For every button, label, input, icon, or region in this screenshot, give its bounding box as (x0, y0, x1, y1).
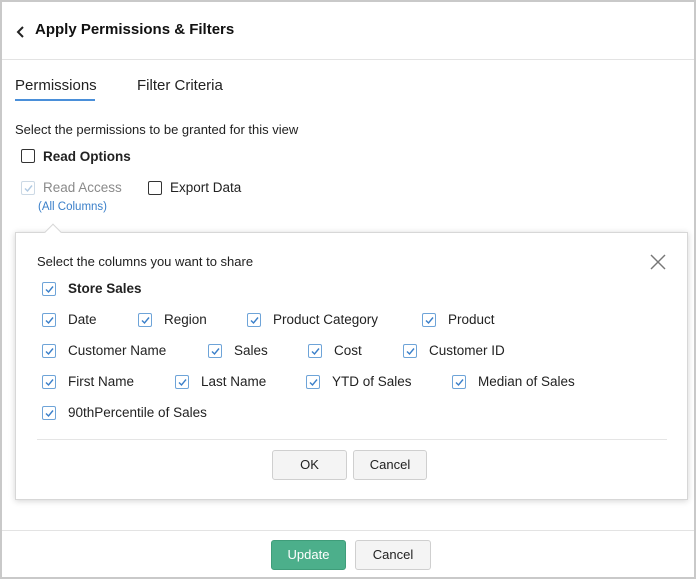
check-icon (45, 379, 54, 387)
popup-cancel-button[interactable]: Cancel (353, 450, 427, 480)
column-label-last-name: Last Name (201, 374, 267, 389)
column-checkbox-sales[interactable] (208, 344, 222, 358)
check-icon (311, 348, 320, 356)
dialog-header: Apply Permissions & Filters (2, 2, 694, 60)
column-checkbox-customer-name[interactable] (42, 344, 56, 358)
column-checkbox-date[interactable] (42, 313, 56, 327)
page-title: Apply Permissions & Filters (35, 21, 235, 38)
column-checkbox-last-name[interactable] (175, 375, 189, 389)
column-label-customer-name: Customer Name (68, 343, 167, 358)
active-tab-indicator (15, 99, 95, 101)
column-label-median-of-sales: Median of Sales (478, 374, 575, 389)
column-label-90th-percentile-of-sales: 90thPercentile of Sales (68, 405, 207, 420)
column-checkbox-median-of-sales[interactable] (452, 375, 466, 389)
check-icon (45, 348, 54, 356)
column-share-popup: Select the columns you want to share Sto… (15, 232, 688, 500)
column-label-product-category: Product Category (273, 312, 379, 327)
cancel-button[interactable]: Cancel (355, 540, 431, 570)
check-icon (250, 317, 259, 325)
column-checkbox-region[interactable] (138, 313, 152, 327)
footer-divider (2, 530, 694, 531)
update-button[interactable]: Update (271, 540, 346, 570)
column-label-customer-id: Customer ID (429, 343, 505, 358)
export-data-label: Export Data (170, 180, 242, 195)
check-icon (406, 348, 415, 356)
check-icon (45, 317, 54, 325)
store-sales-checkbox[interactable] (42, 282, 56, 296)
popup-title: Select the columns you want to share (37, 254, 254, 269)
read-options-checkbox[interactable] (21, 149, 35, 163)
permissions-instruction: Select the permissions to be granted for… (15, 122, 299, 137)
column-checkbox-ytd-of-sales[interactable] (306, 375, 320, 389)
column-checkbox-customer-id[interactable] (403, 344, 417, 358)
popup-ok-button[interactable]: OK (272, 450, 347, 480)
read-access-label: Read Access (43, 180, 122, 195)
export-data-checkbox[interactable] (148, 181, 162, 195)
popup-divider (37, 439, 667, 440)
read-options-label: Read Options (43, 149, 131, 164)
column-label-cost: Cost (334, 343, 362, 358)
check-icon (455, 379, 464, 387)
check-icon (24, 185, 33, 193)
chevron-left-icon[interactable] (14, 24, 28, 40)
store-sales-label: Store Sales (68, 281, 142, 296)
check-icon (141, 317, 150, 325)
column-checkbox-cost[interactable] (308, 344, 322, 358)
check-icon (425, 317, 434, 325)
column-label-date: Date (68, 312, 97, 327)
tab-permissions[interactable]: Permissions (15, 77, 97, 94)
check-icon (45, 410, 54, 418)
column-label-product: Product (448, 312, 495, 327)
check-icon (178, 379, 187, 387)
all-columns-link[interactable]: (All Columns) (38, 201, 107, 213)
column-checkbox-first-name[interactable] (42, 375, 56, 389)
column-checkbox-90th-percentile-of-sales[interactable] (42, 406, 56, 420)
tab-filter-criteria[interactable]: Filter Criteria (137, 77, 223, 94)
column-checkbox-product-category[interactable] (247, 313, 261, 327)
dialog: Apply Permissions & Filters Permissions … (0, 0, 696, 579)
column-label-region: Region (164, 312, 207, 327)
column-checkbox-product[interactable] (422, 313, 436, 327)
column-label-first-name: First Name (68, 374, 135, 389)
check-icon (211, 348, 220, 356)
read-access-checkbox (21, 181, 35, 195)
column-label-ytd-of-sales: YTD of Sales (332, 374, 412, 389)
close-icon[interactable] (649, 253, 667, 271)
check-icon (45, 286, 54, 294)
column-label-sales: Sales (234, 343, 268, 358)
check-icon (309, 379, 318, 387)
